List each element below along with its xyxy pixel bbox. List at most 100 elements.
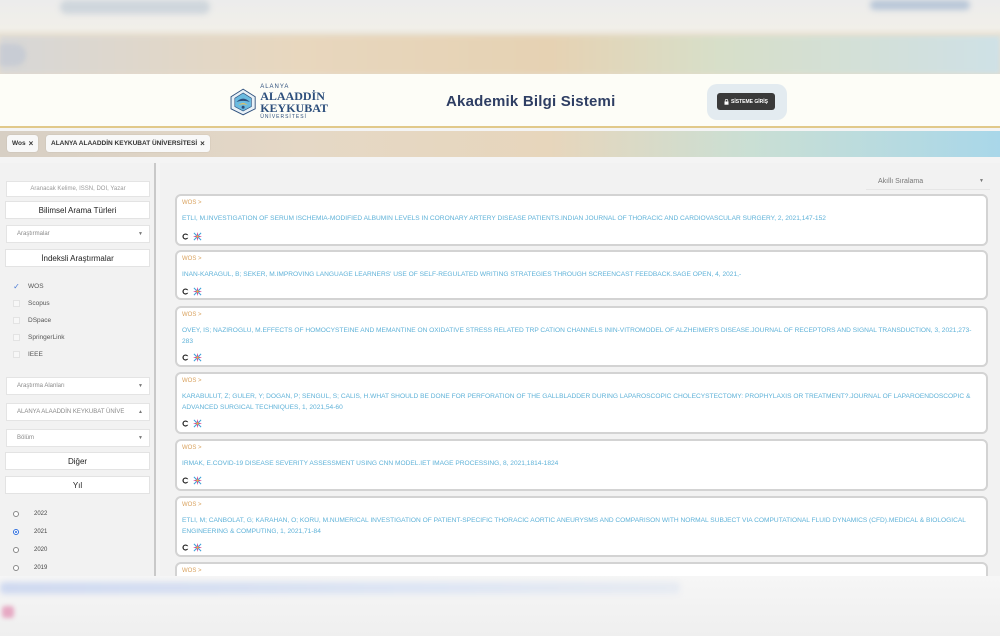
research-type-select[interactable]: Araştırmalar ▼: [6, 225, 150, 243]
checkbox[interactable]: [13, 351, 20, 358]
search-types-heading[interactable]: Bilimsel Arama Türleri: [5, 201, 150, 219]
year-label: 2021: [34, 529, 48, 535]
source-tag[interactable]: WOS >: [182, 312, 202, 318]
crossref-icon[interactable]: [182, 233, 189, 240]
source-checkbox-dspace[interactable]: DSpace: [13, 317, 51, 324]
source-checkbox-springerlink[interactable]: SpringerLink: [13, 334, 65, 341]
altmetric-icon[interactable]: [193, 287, 202, 296]
year-radio-2019[interactable]: 2019: [13, 565, 47, 571]
result-citation[interactable]: INAN-KARAGUL, B; SEKER, M.IMPROVING LANG…: [182, 269, 982, 280]
result-citation[interactable]: KARABULUT, Z; GULER, Y; DOGAN, P; SENGUL…: [182, 391, 982, 413]
altmetric-icon[interactable]: [193, 353, 202, 362]
chevron-down-icon: ▼: [138, 435, 143, 441]
chevron-down-icon: ▼: [979, 178, 984, 184]
source-tag[interactable]: WOS >: [182, 256, 202, 262]
close-icon[interactable]: ×: [29, 139, 34, 148]
research-type-select-value: Araştırmalar: [17, 231, 50, 237]
result-card[interactable]: WOS > OVEY, IS; NAZIROGLU, M.EFFECTS OF …: [175, 306, 988, 367]
source-label: SpringerLink: [28, 334, 65, 341]
source-checkbox-ieee[interactable]: IEEE: [13, 351, 43, 358]
altmetric-icon[interactable]: [193, 543, 202, 552]
source-tag[interactable]: WOS >: [182, 445, 202, 451]
year-label: 2022: [34, 511, 48, 517]
result-card[interactable]: WOS > ETLI, M; CANBOLAT, G; KARAHAN, O; …: [175, 496, 988, 557]
result-card[interactable]: WOS >: [175, 562, 988, 576]
blurred-band: [0, 36, 1000, 74]
source-tag[interactable]: WOS >: [182, 378, 202, 384]
source-checkbox-wos[interactable]: ✓ WOS: [13, 282, 44, 291]
filter-chip-wos[interactable]: Wos ×: [7, 135, 39, 152]
altmetric-icon[interactable]: [193, 419, 202, 428]
filter-chip-university[interactable]: ALANYA ALAADDİN KEYKUBAT ÜNİVERSİTESİ ×: [46, 135, 210, 152]
logo-line-4: ÜNİVERSİTESİ: [260, 114, 307, 120]
year-heading[interactable]: Yıl: [5, 476, 150, 494]
search-input[interactable]: Aranacak Kelime, ISSN, DOI, Yazar: [6, 181, 150, 197]
lock-icon: [724, 98, 729, 105]
university-select-value: ALANYA ALAADDİN KEYKUBAT ÜNİVE: [17, 409, 125, 415]
source-tag[interactable]: WOS >: [182, 568, 202, 574]
result-card[interactable]: WOS > ETLI, M.INVESTIGATION OF SERUM ISC…: [175, 194, 988, 246]
login-container: SİSTEME GİRİŞ: [707, 84, 787, 120]
crossref-icon[interactable]: [182, 288, 189, 295]
radio-button[interactable]: [13, 565, 19, 571]
year-radio-2021[interactable]: 2021: [13, 529, 47, 535]
chevron-down-icon: ▼: [138, 231, 143, 237]
year-label: 2020: [34, 547, 48, 553]
result-card[interactable]: WOS > IRMAK, E.COVID-19 DISEASE SEVERITY…: [175, 439, 988, 491]
source-label: IEEE: [28, 351, 43, 358]
result-citation[interactable]: ETLI, M.INVESTIGATION OF SERUM ISCHEMIA-…: [182, 213, 982, 224]
other-heading[interactable]: Diğer: [5, 452, 150, 470]
login-button[interactable]: SİSTEME GİRİŞ: [717, 93, 775, 110]
source-label: DSpace: [28, 317, 52, 324]
result-icons: [182, 476, 202, 485]
crossref-icon[interactable]: [182, 477, 189, 484]
checkbox[interactable]: [13, 334, 20, 341]
logo-line-3: KEYKUBAT: [260, 101, 328, 115]
source-tag[interactable]: WOS >: [182, 200, 202, 206]
result-citation[interactable]: OVEY, IS; NAZIROGLU, M.EFFECTS OF HOMOCY…: [182, 325, 982, 347]
chevron-up-icon: ▲: [138, 409, 143, 415]
result-card[interactable]: WOS > INAN-KARAGUL, B; SEKER, M.IMPROVIN…: [175, 250, 988, 300]
crossref-icon[interactable]: [182, 544, 189, 551]
filter-chip-label: ALANYA ALAADDİN KEYKUBAT ÜNİVERSİTESİ: [51, 140, 198, 147]
result-icons: [182, 232, 202, 241]
radio-button[interactable]: [13, 511, 19, 517]
altmetric-icon[interactable]: [193, 232, 202, 241]
result-citation[interactable]: IRMAK, E.COVID-19 DISEASE SEVERITY ASSES…: [182, 458, 982, 469]
altmetric-icon[interactable]: [193, 476, 202, 485]
filter-chip-label: Wos: [12, 140, 26, 147]
source-label: WOS: [28, 283, 44, 290]
research-field-select[interactable]: Araştırma Alanları ▼: [6, 377, 150, 395]
university-logo[interactable]: ALANYA ALAADDİN KEYKUBAT ÜNİVERSİTESİ: [228, 82, 328, 122]
indexed-research-heading[interactable]: İndeksli Araştırmalar: [5, 249, 150, 267]
result-icons: [182, 419, 202, 428]
blurred-logo: [60, 0, 210, 14]
close-icon[interactable]: ×: [200, 139, 205, 148]
result-card[interactable]: WOS > KARABULUT, Z; GULER, Y; DOGAN, P; …: [175, 372, 988, 434]
blurred-tab: [0, 44, 26, 66]
checkbox[interactable]: [13, 300, 20, 307]
university-select[interactable]: ALANYA ALAADDİN KEYKUBAT ÜNİVE ▲: [6, 403, 150, 421]
university-emblem-icon: [230, 88, 256, 116]
blurred-icon: [2, 606, 14, 618]
active-filters-bar: Wos × ALANYA ALAADDİN KEYKUBAT ÜNİVERSİT…: [0, 131, 1000, 157]
radio-button-selected[interactable]: [13, 529, 19, 535]
filter-sidebar: Aranacak Kelime, ISSN, DOI, Yazar Bilims…: [0, 163, 156, 576]
crossref-icon[interactable]: [182, 354, 189, 361]
source-checkbox-scopus[interactable]: Scopus: [13, 300, 50, 307]
year-radio-2022[interactable]: 2022: [13, 511, 47, 517]
logo-wordmark: ALANYA ALAADDİN KEYKUBAT ÜNİVERSİTESİ: [260, 84, 328, 120]
year-radio-2020[interactable]: 2020: [13, 547, 47, 553]
department-select[interactable]: Bölüm ▼: [6, 429, 150, 447]
background-top-blur: [0, 0, 1000, 74]
source-tag[interactable]: WOS >: [182, 502, 202, 508]
blurred-button: [870, 0, 970, 10]
crossref-icon[interactable]: [182, 420, 189, 427]
sort-select[interactable]: Akıllı Sıralama ▼: [866, 173, 990, 190]
result-icons: [182, 543, 202, 552]
result-citation[interactable]: ETLI, M; CANBOLAT, G; KARAHAN, O; KORU, …: [182, 515, 982, 537]
checkbox[interactable]: [13, 317, 20, 324]
blurred-text: [0, 582, 680, 594]
radio-button[interactable]: [13, 547, 19, 553]
check-icon[interactable]: ✓: [13, 282, 20, 291]
